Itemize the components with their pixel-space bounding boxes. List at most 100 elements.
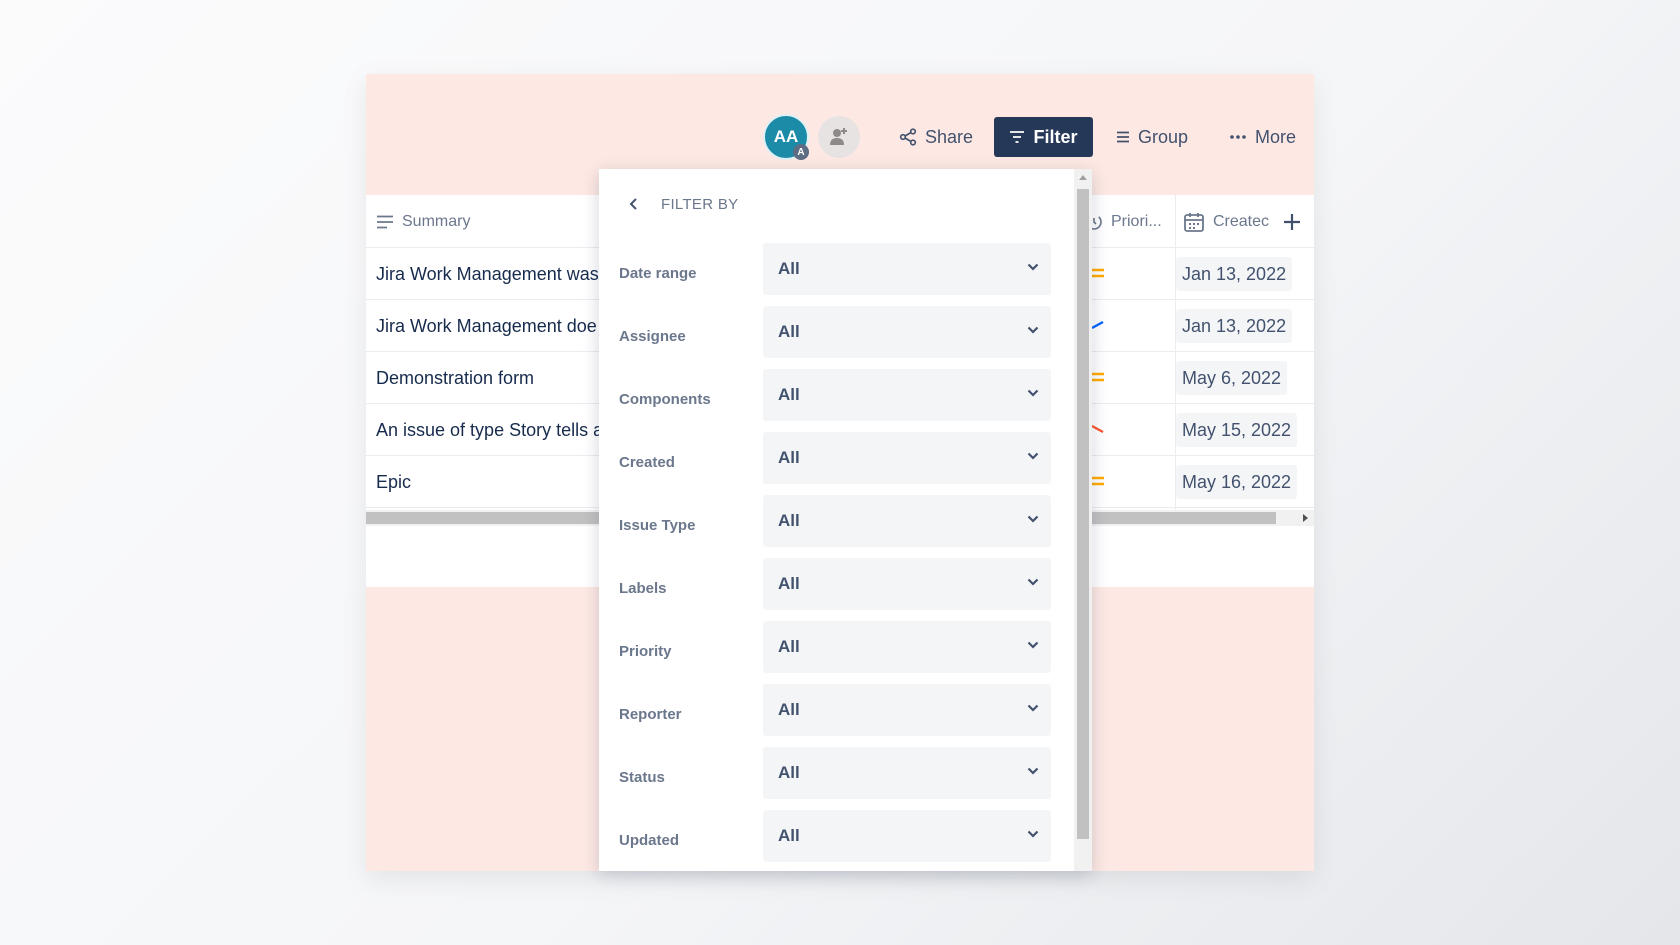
summary-cell[interactable]: Demonstration form: [376, 352, 606, 404]
add-column-button[interactable]: [1283, 195, 1301, 248]
scroll-right-arrow-icon[interactable]: [1303, 514, 1308, 522]
chevron-down-icon: [1027, 326, 1039, 334]
filter-label: Date range: [619, 264, 697, 282]
filter-label: Updated: [619, 831, 679, 849]
filter-label: Assignee: [619, 327, 686, 345]
filter-row: Labels All: [599, 558, 1074, 610]
toolbar: AA A Share Filter Group More: [366, 114, 1314, 160]
filter-select-value: All: [778, 700, 800, 719]
chevron-down-icon: [1027, 578, 1039, 586]
user-avatar[interactable]: AA A: [763, 114, 809, 160]
summary-cell[interactable]: An issue of type Story tells a: [376, 404, 606, 456]
filter-select[interactable]: All: [763, 621, 1051, 673]
summary-cell[interactable]: Epic: [376, 456, 606, 508]
filter-row: Components All: [599, 369, 1074, 421]
medium-priority-icon: [1092, 372, 1104, 382]
chevron-down-icon: [1027, 641, 1039, 649]
filter-row: Issue Type All: [599, 495, 1074, 547]
filter-row: Updated All: [599, 810, 1074, 862]
share-icon: [899, 128, 917, 146]
group-button[interactable]: Group: [1108, 117, 1196, 157]
chevron-down-icon: [1027, 704, 1039, 712]
created-date-cell[interactable]: May 16, 2022: [1176, 465, 1298, 499]
filter-select-value: All: [778, 385, 800, 404]
add-people-button[interactable]: [818, 116, 860, 158]
filter-row: Reporter All: [599, 684, 1074, 736]
created-column-label: Createc: [1213, 212, 1270, 230]
scroll-up-arrow-icon[interactable]: [1079, 175, 1087, 180]
filter-select[interactable]: All: [763, 810, 1051, 862]
low-priority-icon: [1091, 320, 1104, 330]
filter-button[interactable]: Filter: [994, 117, 1093, 157]
filter-label: Components: [619, 390, 711, 408]
filter-select-value: All: [778, 637, 800, 656]
share-button[interactable]: Share: [891, 117, 981, 157]
chevron-down-icon: [1027, 452, 1039, 460]
chevron-down-icon: [1027, 389, 1039, 397]
priority-column-label: Priori...: [1111, 212, 1162, 230]
column-header-summary[interactable]: Summary: [376, 195, 470, 248]
filter-select-value: All: [778, 763, 800, 782]
filter-select[interactable]: All: [763, 432, 1051, 484]
filter-label: Priority: [619, 642, 672, 660]
medium-priority-icon: [1092, 476, 1104, 486]
more-label: More: [1255, 126, 1297, 147]
filter-label: Reporter: [619, 705, 682, 723]
filter-label: Issue Type: [619, 516, 696, 534]
group-label: Group: [1138, 126, 1189, 147]
filter-select[interactable]: All: [763, 558, 1051, 610]
created-date-cell[interactable]: May 6, 2022: [1176, 361, 1288, 395]
column-header-created[interactable]: Createc: [1183, 195, 1279, 248]
chevron-down-icon: [1027, 515, 1039, 523]
chevron-down-icon: [1027, 767, 1039, 775]
created-date-cell[interactable]: Jan 13, 2022: [1176, 257, 1293, 291]
filter-select-value: All: [778, 574, 800, 593]
chevron-down-icon: [1027, 830, 1039, 838]
group-icon: [1117, 131, 1129, 143]
share-label: Share: [925, 126, 974, 147]
filter-select[interactable]: All: [763, 369, 1051, 421]
filter-select[interactable]: All: [763, 495, 1051, 547]
filter-select[interactable]: All: [763, 747, 1051, 799]
avatar-badge: A: [793, 144, 809, 160]
filter-row: Priority All: [599, 621, 1074, 673]
text-align-icon: [377, 215, 393, 228]
filter-panel-header: FILTER BY: [629, 189, 738, 219]
filter-select[interactable]: All: [763, 684, 1051, 736]
filter-row: Status All: [599, 747, 1074, 799]
filter-panel: FILTER BY Date range All Assignee All Compon…: [599, 169, 1092, 871]
filter-select-value: All: [778, 448, 800, 467]
calendar-icon: [1184, 212, 1204, 232]
filter-panel-scrollbar[interactable]: [1074, 169, 1092, 871]
filter-select-value: All: [778, 259, 800, 278]
filter-label: Labels: [619, 579, 667, 597]
filter-select[interactable]: All: [763, 243, 1051, 295]
filter-select[interactable]: All: [763, 306, 1051, 358]
filter-select-value: All: [778, 322, 800, 341]
created-date-cell[interactable]: Jan 13, 2022: [1176, 309, 1293, 343]
summary-cell[interactable]: Jira Work Management was: [376, 248, 606, 300]
column-header-priority[interactable]: Priori...: [1085, 195, 1162, 248]
summary-column-label: Summary: [402, 212, 471, 230]
medium-priority-icon: [1092, 268, 1104, 278]
filter-icon: [1010, 131, 1025, 143]
scrollbar-thumb[interactable]: [1077, 189, 1089, 839]
plus-icon: [1284, 213, 1300, 230]
filter-label: Status: [619, 768, 665, 786]
add-user-icon: [830, 128, 847, 145]
high-priority-icon: [1091, 424, 1104, 434]
more-button[interactable]: More: [1221, 117, 1304, 157]
summary-cell[interactable]: Jira Work Management doe: [376, 300, 606, 352]
filter-row: Date range All: [599, 243, 1074, 295]
filter-row: Created All: [599, 432, 1074, 484]
filter-panel-title: FILTER BY: [661, 195, 739, 213]
more-icon: [1230, 135, 1246, 139]
filter-label: Filter: [1033, 126, 1078, 147]
filter-row: Assignee All: [599, 306, 1074, 358]
chevron-down-icon: [1027, 263, 1039, 271]
filter-label: Created: [619, 453, 675, 471]
back-chevron-icon[interactable]: [629, 197, 639, 211]
avatar-initials: AA: [773, 127, 799, 146]
filter-select-value: All: [778, 826, 800, 845]
created-date-cell[interactable]: May 15, 2022: [1176, 413, 1298, 447]
